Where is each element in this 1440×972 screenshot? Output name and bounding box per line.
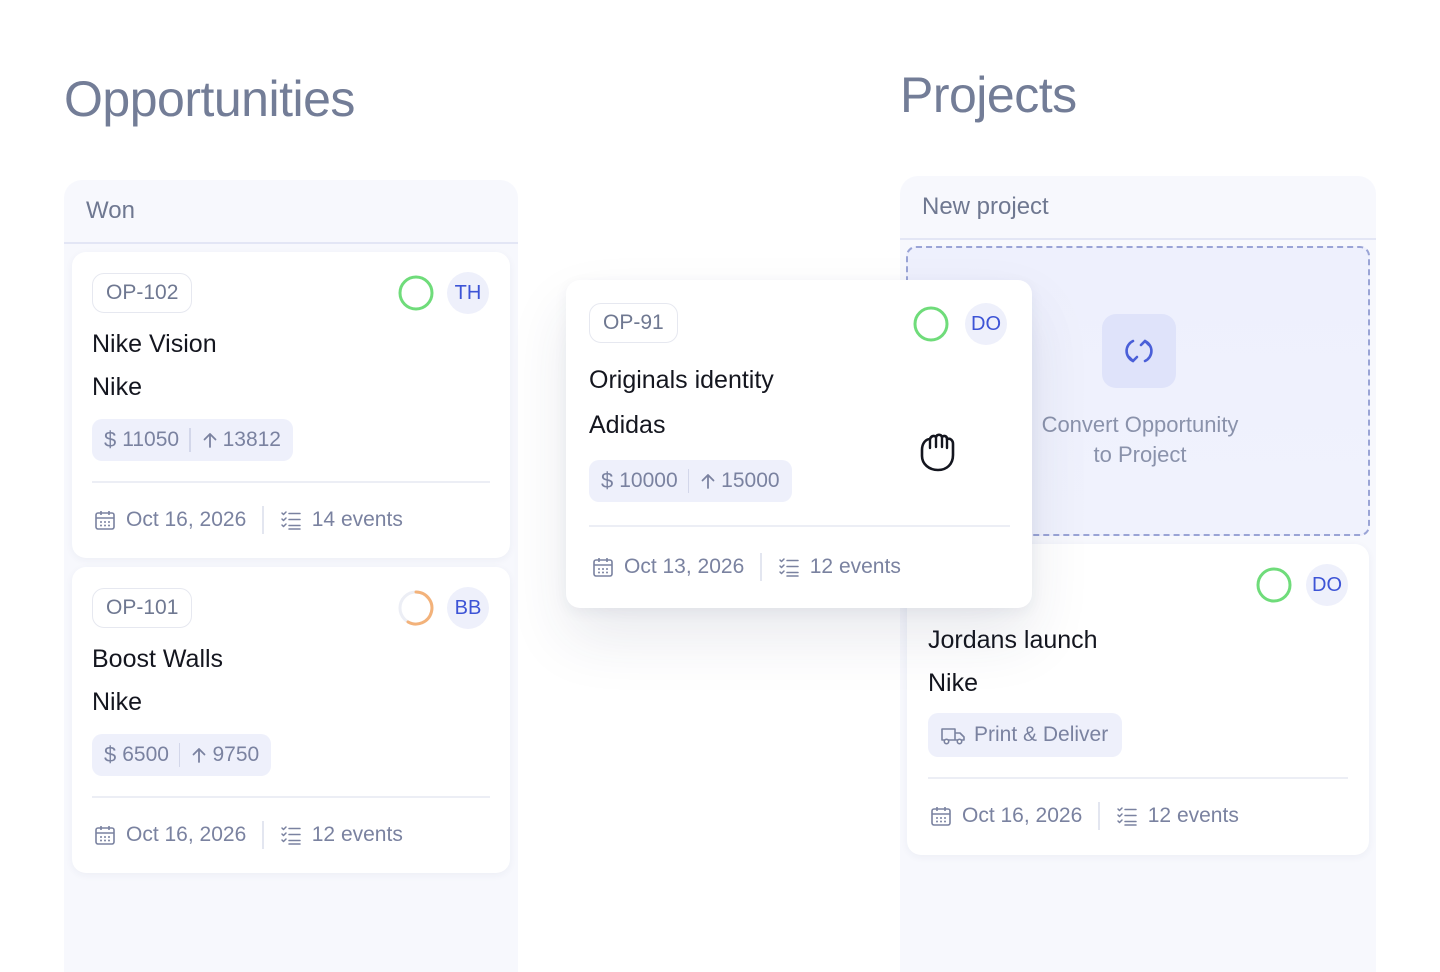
card-events[interactable]: 14 events [312,508,403,532]
arrow-up-icon [701,474,715,489]
card-title: Nike Vision [92,330,217,358]
target-value: 13812 [222,428,281,451]
calendar-icon [931,807,951,826]
convert-refresh-icon [1125,339,1153,363]
card-meta: Oct 13, 2026 12 events [592,553,901,581]
opportunity-code-badge: OP-91 [589,303,678,343]
status-complete-icon [398,275,434,311]
card-events[interactable]: 12 events [1148,804,1239,828]
card-date: Oct 13, 2026 [624,555,745,578]
checklist-icon [779,558,799,577]
card-divider [589,525,1010,527]
card-divider [92,796,490,798]
currency-icon: $ [104,742,117,767]
card-events[interactable]: 12 events [312,823,403,847]
status-in-progress-icon [398,590,434,626]
card-client: Nike [92,688,143,716]
opportunity-card-op-102[interactable]: OP-102 TH Nike Vision Nike $ 11050 13812… [72,252,510,558]
avatar[interactable]: DO [965,303,1007,345]
arrow-up-icon [203,433,216,448]
amount-pill: $ 10000 15000 [589,460,792,502]
avatar[interactable]: TH [447,272,489,314]
currency-icon: $ [601,468,614,493]
calendar-icon [95,511,115,530]
service-tag: Print & Deliver [928,713,1123,757]
amount-value: 10000 [619,469,678,492]
card-date: Oct 16, 2026 [126,823,247,846]
card-meta: Oct 16, 2026 12 events [94,821,403,849]
card-title: Jordans launch [928,626,1098,654]
opportunities-title: Opportunities [64,71,355,127]
grab-cursor-icon [920,433,955,472]
avatar[interactable]: DO [1306,564,1348,606]
avatar[interactable]: BB [447,587,489,629]
card-divider [92,481,490,483]
opportunity-card-op-91-dragging[interactable]: OP-91 DO Originals identity Adidas $ 100… [566,280,1032,608]
service-tag-label: Print & Deliver [974,723,1109,746]
amount-value: 6500 [122,743,169,766]
card-client: Nike [928,669,979,697]
card-title: Boost Walls [92,645,224,673]
card-title: Originals identity [589,366,774,394]
target-value: 9750 [212,743,260,766]
won-column-header: Won [64,180,518,244]
status-complete-icon [913,306,949,342]
card-meta: Oct 16, 2026 14 events [94,506,403,534]
checklist-icon [281,511,301,530]
convert-icon-box [1102,314,1176,388]
projects-title: Projects [900,67,1077,123]
card-divider [928,777,1348,779]
opportunity-code-badge: OP-102 [92,273,193,313]
calendar-icon [95,826,115,845]
opportunity-card-op-101[interactable]: OP-101 BB Boost Walls Nike $ 6500 9750 O… [72,567,510,873]
target-value: 15000 [721,469,780,492]
calendar-icon [593,558,613,577]
new-project-column-header: New project [900,176,1376,240]
currency-icon: $ [104,427,117,452]
amount-pill: $ 6500 9750 [92,734,272,776]
card-client: Nike [92,373,143,401]
opportunity-code-badge: OP-101 [92,588,193,628]
checklist-icon [1117,807,1137,826]
truck-icon [941,728,965,745]
card-date: Oct 16, 2026 [126,508,247,531]
card-date: Oct 16, 2026 [962,804,1083,827]
status-complete-icon [1256,567,1292,603]
arrow-up-icon [193,748,206,763]
amount-pill: $ 11050 13812 [92,419,293,461]
checklist-icon [281,826,301,845]
card-events[interactable]: 12 events [810,555,901,579]
card-meta: Oct 16, 2026 12 events [930,802,1239,830]
amount-value: 11050 [122,428,180,451]
card-client: Adidas [589,411,666,439]
